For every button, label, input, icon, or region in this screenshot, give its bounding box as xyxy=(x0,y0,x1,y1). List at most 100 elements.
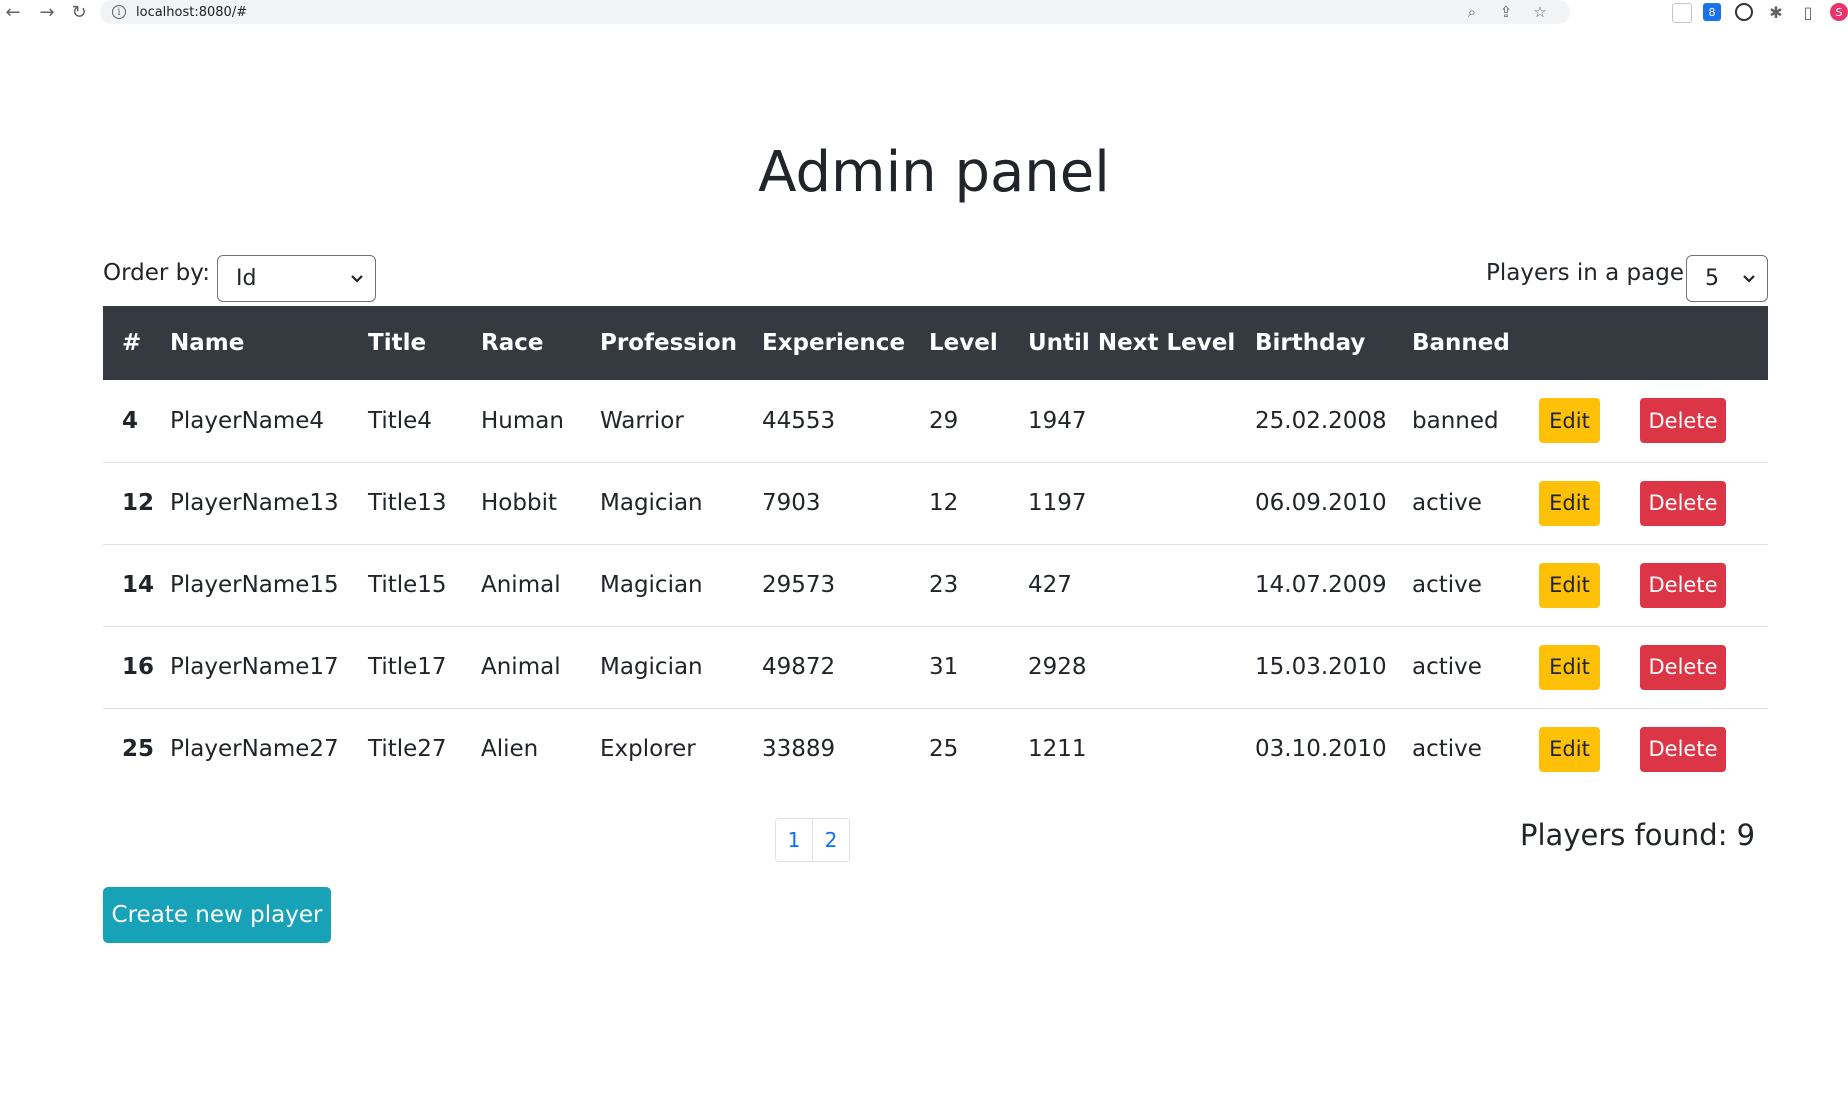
header-birthday: Birthday xyxy=(1255,330,1366,356)
share-icon[interactable]: ⇪ xyxy=(1496,2,1516,22)
cell-race: Animal xyxy=(481,654,561,680)
sidebar-icon[interactable]: ▯ xyxy=(1799,3,1817,22)
order-by-select[interactable]: Id xyxy=(217,255,376,302)
extensions-icon[interactable]: ✱ xyxy=(1767,3,1785,22)
cell-title: Title17 xyxy=(368,654,447,680)
cell-banned: active xyxy=(1412,490,1482,516)
cell-title: Title13 xyxy=(368,490,447,516)
cell-level: 25 xyxy=(929,736,959,763)
chevron-down-icon xyxy=(1743,275,1755,283)
edit-button[interactable]: Edit xyxy=(1539,398,1600,444)
header-id: # xyxy=(122,330,142,356)
cell-name: PlayerName27 xyxy=(170,736,339,763)
players-table: # Name Title Race Profession Experience … xyxy=(103,306,1768,790)
cell-birthday: 25.02.2008 xyxy=(1255,407,1387,434)
players-per-page-label: Players in a page: xyxy=(1486,260,1692,286)
cell-race: Hobbit xyxy=(481,490,557,516)
cell-level: 29 xyxy=(929,407,959,434)
zoom-icon[interactable]: ⌕ xyxy=(1462,2,1482,22)
delete-button[interactable]: Delete xyxy=(1640,398,1726,444)
cell-until-next-level: 1947 xyxy=(1028,407,1087,434)
page-link-2[interactable]: 2 xyxy=(812,819,849,861)
page-link-1[interactable]: 1 xyxy=(776,819,812,861)
forward-arrow-icon[interactable]: → xyxy=(36,2,58,24)
cell-until-next-level: 1197 xyxy=(1028,490,1087,516)
cell-delete: Delete xyxy=(1640,708,1768,790)
cell-delete: Delete xyxy=(1640,462,1768,544)
cell-name: PlayerName13 xyxy=(170,490,339,516)
pagination: 1 2 xyxy=(775,818,850,862)
cell-id: 12 xyxy=(122,490,155,516)
header-name: Name xyxy=(170,330,245,356)
cell-banned: active xyxy=(1412,572,1482,598)
cell-id: 14 xyxy=(122,572,155,598)
edit-button[interactable]: Edit xyxy=(1539,562,1600,608)
cell-birthday: 15.03.2010 xyxy=(1255,654,1387,680)
cell-profession: Magician xyxy=(600,572,703,598)
info-icon[interactable]: i xyxy=(112,5,126,19)
cell-delete: Delete xyxy=(1640,544,1768,626)
extension-icon-3[interactable] xyxy=(1735,3,1753,21)
url-text[interactable]: localhost:8080/# xyxy=(136,5,247,20)
cell-title: Title4 xyxy=(368,407,432,434)
cell-experience: 44553 xyxy=(762,407,836,434)
cell-profession: Explorer xyxy=(600,736,696,763)
cell-id: 4 xyxy=(122,407,139,434)
cell-title: Title27 xyxy=(368,736,447,763)
extension-icon-2[interactable]: 8 xyxy=(1703,3,1721,21)
cell-edit: Edit xyxy=(1539,626,1640,708)
cell-until-next-level: 427 xyxy=(1028,572,1072,598)
players-per-page-value: 5 xyxy=(1705,266,1719,291)
players-per-page-select[interactable]: 5 xyxy=(1686,255,1768,302)
table-row: 12 PlayerName13 Title13 Hobbit Magician … xyxy=(103,462,1768,544)
cell-experience: 7903 xyxy=(762,490,821,516)
cell-name: PlayerName15 xyxy=(170,572,339,598)
cell-experience: 49872 xyxy=(762,654,836,680)
back-arrow-icon[interactable]: ← xyxy=(2,2,24,24)
cell-until-next-level: 1211 xyxy=(1028,736,1087,763)
cell-level: 31 xyxy=(929,654,959,680)
page-title: Admin panel xyxy=(758,140,1110,205)
star-icon[interactable]: ☆ xyxy=(1530,2,1550,22)
cell-race: Alien xyxy=(481,736,539,763)
cell-banned: active xyxy=(1412,736,1482,763)
cell-edit: Edit xyxy=(1539,544,1640,626)
cell-level: 23 xyxy=(929,572,959,598)
cell-name: PlayerName17 xyxy=(170,654,339,680)
cell-profession: Magician xyxy=(600,490,703,516)
extension-icon-1[interactable] xyxy=(1672,3,1692,23)
reload-icon[interactable]: ↻ xyxy=(68,2,90,24)
cell-banned: banned xyxy=(1412,407,1499,434)
players-found-count: Players found: 9 xyxy=(1520,818,1756,852)
header-profession: Profession xyxy=(600,330,738,356)
cell-id: 16 xyxy=(122,654,155,680)
cell-race: Human xyxy=(481,407,564,434)
delete-button[interactable]: Delete xyxy=(1640,644,1726,690)
edit-button[interactable]: Edit xyxy=(1539,644,1600,690)
edit-button[interactable]: Edit xyxy=(1539,726,1600,772)
header-title: Title xyxy=(368,330,427,356)
create-new-player-button[interactable]: Create new player xyxy=(103,887,331,943)
edit-button[interactable]: Edit xyxy=(1539,480,1600,526)
cell-birthday: 06.09.2010 xyxy=(1255,490,1387,516)
cell-edit: Edit xyxy=(1539,462,1640,544)
cell-profession: Warrior xyxy=(600,407,684,434)
cell-delete: Delete xyxy=(1640,380,1768,462)
cell-until-next-level: 2928 xyxy=(1028,654,1087,680)
table-row: 14 PlayerName15 Title15 Animal Magician … xyxy=(103,544,1768,626)
cell-edit: Edit xyxy=(1539,708,1640,790)
browser-toolbar: ← → ↻ i localhost:8080/# ⌕ ⇪ ☆ 8 ✱ ▯ S xyxy=(0,0,1848,26)
order-by-value: Id xyxy=(236,266,257,291)
table-row: 4 PlayerName4 Title4 Human Warrior 44553… xyxy=(103,380,1768,462)
cell-delete: Delete xyxy=(1640,626,1768,708)
header-race: Race xyxy=(481,330,544,356)
cell-experience: 29573 xyxy=(762,572,836,598)
address-bar[interactable]: i localhost:8080/# ⌕ ⇪ ☆ xyxy=(100,0,1570,24)
delete-button[interactable]: Delete xyxy=(1640,562,1726,608)
profile-avatar[interactable]: S xyxy=(1830,3,1848,21)
cell-profession: Magician xyxy=(600,654,703,680)
delete-button[interactable]: Delete xyxy=(1640,480,1726,526)
delete-button[interactable]: Delete xyxy=(1640,726,1726,772)
cell-name: PlayerName4 xyxy=(170,407,325,434)
table-header-row: # Name Title Race Profession Experience … xyxy=(103,306,1768,380)
